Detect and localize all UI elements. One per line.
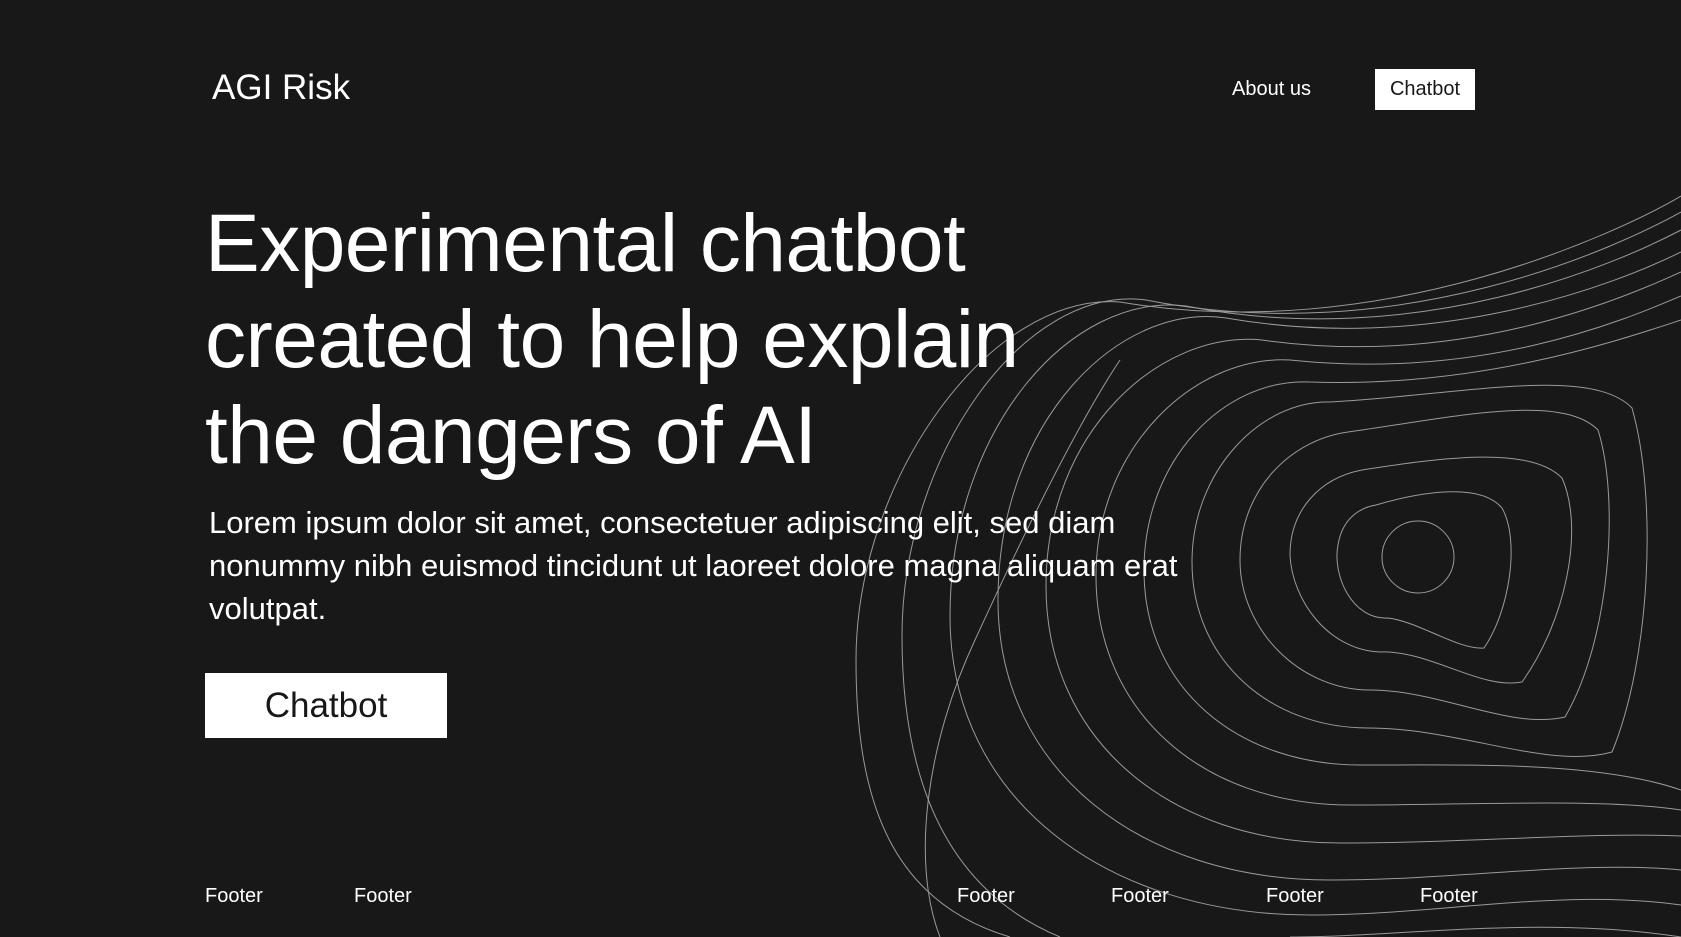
contour-ring-5 <box>1191 384 1648 757</box>
contour-ring-3 <box>1289 456 1573 684</box>
hero-chatbot-button[interactable]: Chatbot <box>205 673 447 738</box>
footer-link-2[interactable]: Footer <box>354 883 412 909</box>
site-logo[interactable]: AGI Risk <box>212 66 350 110</box>
footer-link-3[interactable]: Footer <box>957 883 1015 909</box>
footer-link-5[interactable]: Footer <box>1266 883 1324 909</box>
contour-ring-2 <box>1336 491 1512 649</box>
footer-link-6[interactable]: Footer <box>1420 883 1478 909</box>
hero-subtext: Lorem ipsum dolor sit amet, consectetuer… <box>209 505 1178 626</box>
contour-line-6 <box>1143 319 1681 791</box>
footer-link-1[interactable]: Footer <box>205 883 263 909</box>
hero-headline: Experimental chatbot created to help exp… <box>205 198 1019 481</box>
contour-ring-inner <box>1381 520 1455 594</box>
nav-about-us-link[interactable]: About us <box>1232 76 1311 102</box>
footer-link-4[interactable]: Footer <box>1111 883 1169 909</box>
contour-ring-4 <box>1239 409 1610 721</box>
nav-chatbot-button[interactable]: Chatbot <box>1375 69 1475 110</box>
